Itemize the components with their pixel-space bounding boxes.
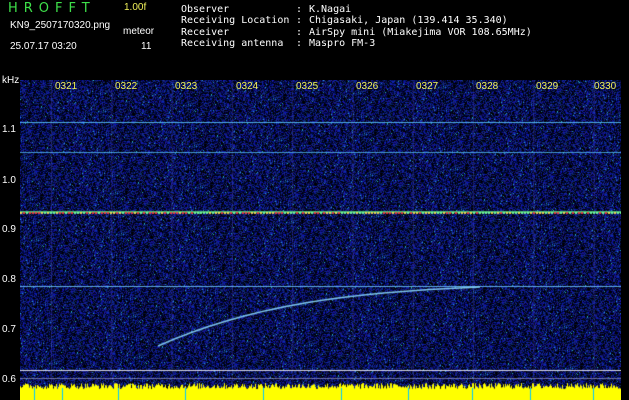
- time-tick-label: 0325: [296, 81, 319, 92]
- time-tick-label: 0324: [236, 81, 259, 92]
- info-label-observer: Observer: [181, 4, 230, 15]
- info-separator: :: [296, 15, 303, 26]
- y-tick-label: 0.6: [2, 374, 16, 385]
- unit-label: kHz: [2, 75, 20, 86]
- info-value-location: Chigasaki, Japan (139.414 35.340): [309, 15, 508, 26]
- info-value-observer: K.Nagai: [309, 4, 352, 15]
- time-tick-label: 0326: [356, 81, 379, 92]
- time-tick-label: 0327: [416, 81, 439, 92]
- info-value-antenna: Maspro FM-3: [309, 38, 376, 49]
- info-label-location: Receiving Location: [181, 15, 290, 26]
- info-label-receiver: Receiver: [181, 27, 230, 38]
- filename-label: KN9_2507170320.png: [10, 20, 111, 31]
- meteor-label: meteor: [123, 26, 155, 37]
- time-tick-label: 0321: [55, 81, 78, 92]
- info-separator: :: [296, 38, 303, 49]
- y-tick-label: 1.0: [2, 175, 16, 186]
- info-separator: :: [296, 27, 303, 38]
- datetime-label: 25.07.17 03:20: [10, 41, 77, 52]
- meteor-count: 11: [141, 41, 152, 52]
- time-tick-label: 0323: [175, 81, 198, 92]
- time-tick-label: 0328: [476, 81, 499, 92]
- info-label-antenna: Receiving antenna: [181, 38, 284, 49]
- y-tick-label: 0.9: [2, 224, 16, 235]
- time-tick-label: 0329: [536, 81, 559, 92]
- hrofft-window: HROFFT 1.00f KN9_2507170320.png meteor 2…: [0, 0, 629, 400]
- spectrogram: [20, 80, 621, 400]
- time-tick-label: 0330: [594, 81, 617, 92]
- info-separator: :: [296, 4, 303, 15]
- y-tick-label: 0.8: [2, 274, 16, 285]
- info-value-receiver: AirSpy mini (Miakejima VOR 108.65MHz): [309, 27, 532, 38]
- y-tick-label: 1.1: [2, 124, 16, 135]
- app-title: HROFFT: [8, 1, 96, 16]
- y-tick-label: 0.7: [2, 324, 16, 335]
- version-label: 1.00f: [124, 2, 147, 13]
- time-tick-label: 0322: [115, 81, 138, 92]
